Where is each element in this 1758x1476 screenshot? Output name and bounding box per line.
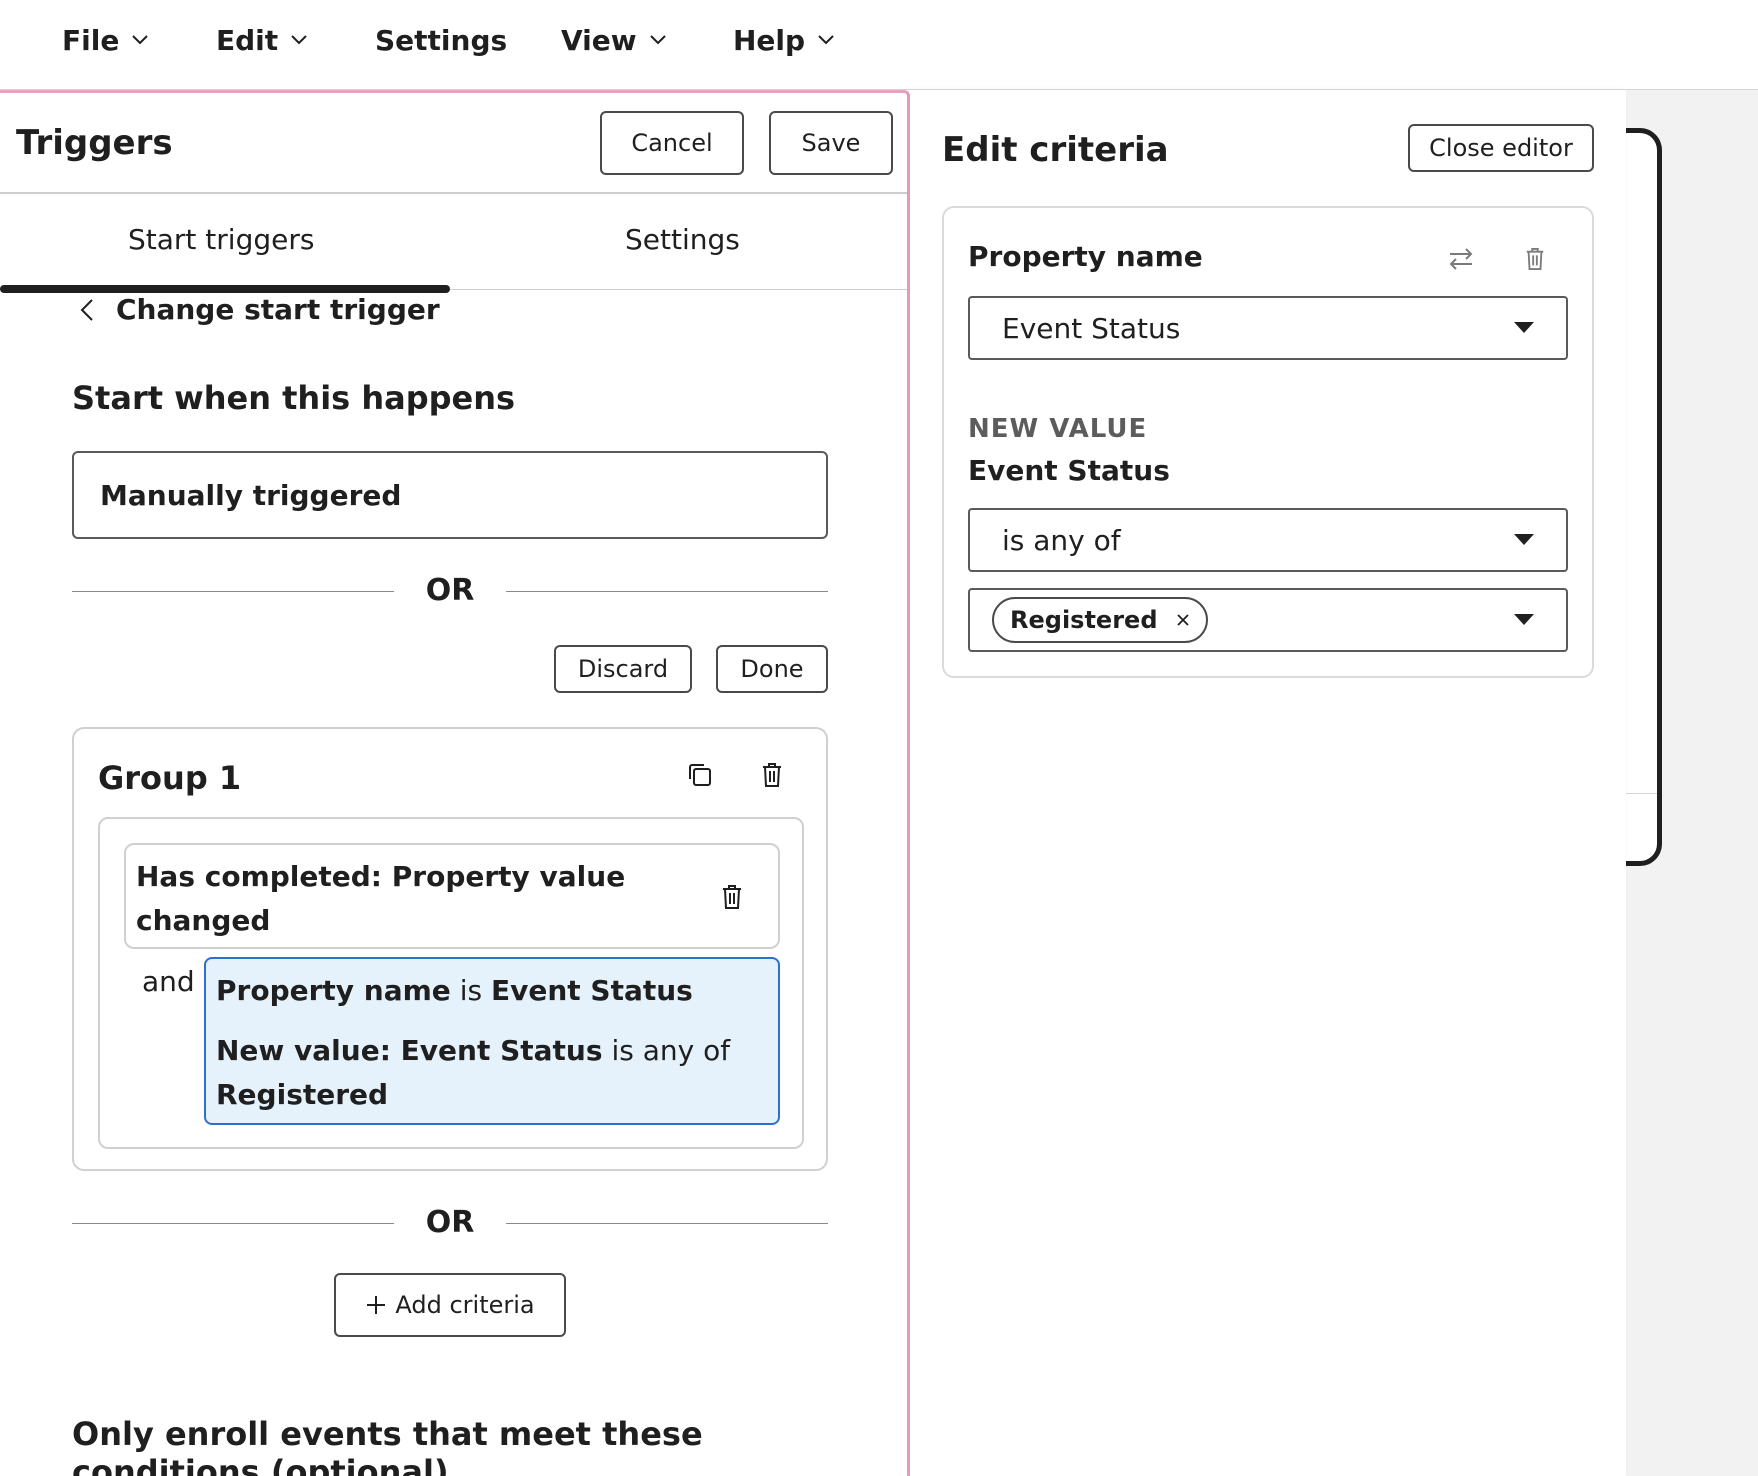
- trash-icon[interactable]: [1518, 242, 1552, 276]
- menu-file-label: File: [62, 23, 120, 57]
- criteria-editor-card: Property name Event Status NEW VALUE Eve…: [942, 206, 1594, 678]
- header-divider: [0, 192, 907, 194]
- menu-edit-label: Edit: [216, 23, 279, 57]
- operator-select-value: is any of: [1002, 523, 1121, 557]
- value-multiselect[interactable]: Registered: [968, 588, 1568, 652]
- discard-button[interactable]: Discard: [554, 645, 692, 693]
- criteria-is-any-of: is any of: [611, 1034, 731, 1067]
- criteria-is-word: is: [459, 974, 483, 1007]
- value-chip-label: Registered: [1010, 606, 1158, 634]
- or-line-right: [506, 591, 828, 592]
- add-criteria-button[interactable]: Add criteria: [334, 1273, 566, 1337]
- menu-settings-label: Settings: [375, 23, 508, 57]
- new-value-property-label: Event Status: [968, 454, 1170, 487]
- menu-help[interactable]: Help: [733, 22, 835, 58]
- chevron-down-icon: [131, 34, 149, 46]
- completed-event-card[interactable]: Has completed: Property value changed: [124, 843, 780, 949]
- menu-bar: File Edit Settings View Help: [0, 0, 1758, 90]
- start-heading: Start when this happens: [72, 379, 516, 417]
- tab-start-triggers[interactable]: Start triggers: [128, 223, 314, 256]
- plus-icon: [365, 1294, 387, 1316]
- operator-select[interactable]: is any of: [968, 508, 1568, 572]
- close-editor-button[interactable]: Close editor: [1408, 124, 1594, 172]
- cancel-button[interactable]: Cancel: [600, 111, 744, 175]
- criteria-selected-value: Registered: [216, 1078, 389, 1111]
- caret-down-icon: [1514, 322, 1534, 333]
- add-criteria-label: Add criteria: [395, 1291, 535, 1319]
- editor-title: Edit criteria: [942, 130, 1169, 170]
- group-criteria-container: Has completed: Property value changed an…: [98, 817, 804, 1149]
- caret-down-icon: [1514, 534, 1534, 545]
- caret-down-icon: [1514, 614, 1534, 625]
- or-line-right: [506, 1223, 828, 1224]
- menu-edit[interactable]: Edit: [216, 22, 308, 58]
- active-tab-indicator: [0, 285, 450, 293]
- or-divider: OR: [72, 571, 828, 611]
- or-divider: OR: [72, 1203, 828, 1243]
- change-start-trigger-label: Change start trigger: [116, 293, 440, 326]
- menu-view[interactable]: View: [561, 22, 667, 58]
- trash-icon[interactable]: [756, 759, 788, 791]
- done-button[interactable]: Done: [716, 645, 828, 693]
- menu-view-label: View: [561, 23, 637, 57]
- criteria-summary-card[interactable]: Property name is Event Status New value:…: [204, 957, 780, 1125]
- criteria-line-property: Property name is Event Status: [216, 969, 768, 1013]
- menu-help-label: Help: [733, 23, 806, 57]
- change-start-trigger-link[interactable]: Change start trigger: [80, 293, 440, 326]
- chevron-down-icon: [817, 34, 835, 46]
- new-value-caps-label: NEW VALUE: [968, 414, 1148, 444]
- tab-divider: [450, 289, 907, 290]
- property-select-value: Event Status: [1002, 311, 1181, 345]
- chevron-left-icon: [80, 298, 94, 322]
- property-name-label: Property name: [968, 240, 1203, 273]
- menu-file[interactable]: File: [62, 22, 149, 58]
- close-icon[interactable]: [1176, 613, 1190, 627]
- criteria-line-value: New value: Event Status is any of Regist…: [216, 1029, 768, 1117]
- panel-title: Triggers: [16, 123, 173, 163]
- and-label: and: [142, 965, 195, 998]
- trash-icon[interactable]: [716, 881, 748, 913]
- manual-trigger-card[interactable]: Manually triggered: [72, 451, 828, 539]
- criteria-prop-label: Property name: [216, 974, 451, 1007]
- value-chip: Registered: [992, 597, 1208, 643]
- menu-settings[interactable]: Settings: [375, 22, 507, 58]
- swap-icon[interactable]: [1444, 242, 1478, 276]
- chevron-down-icon: [290, 34, 308, 46]
- group-card: Group 1 Has completed: Property value ch…: [72, 727, 828, 1171]
- group-title: Group 1: [98, 759, 242, 797]
- save-button[interactable]: Save: [769, 111, 893, 175]
- tab-settings[interactable]: Settings: [625, 223, 740, 256]
- triggers-panel: Triggers Cancel Save Start triggers Sett…: [0, 90, 910, 1476]
- conditions-heading: Only enroll events that meet these condi…: [72, 1415, 703, 1476]
- property-select[interactable]: Event Status: [968, 296, 1568, 360]
- criteria-prop-value: Event Status: [490, 974, 693, 1007]
- chevron-down-icon: [649, 34, 667, 46]
- criteria-new-value-label: New value: Event Status: [216, 1034, 603, 1067]
- edit-criteria-panel: Edit criteria Close editor Property name…: [910, 90, 1626, 1476]
- duplicate-icon[interactable]: [684, 759, 716, 791]
